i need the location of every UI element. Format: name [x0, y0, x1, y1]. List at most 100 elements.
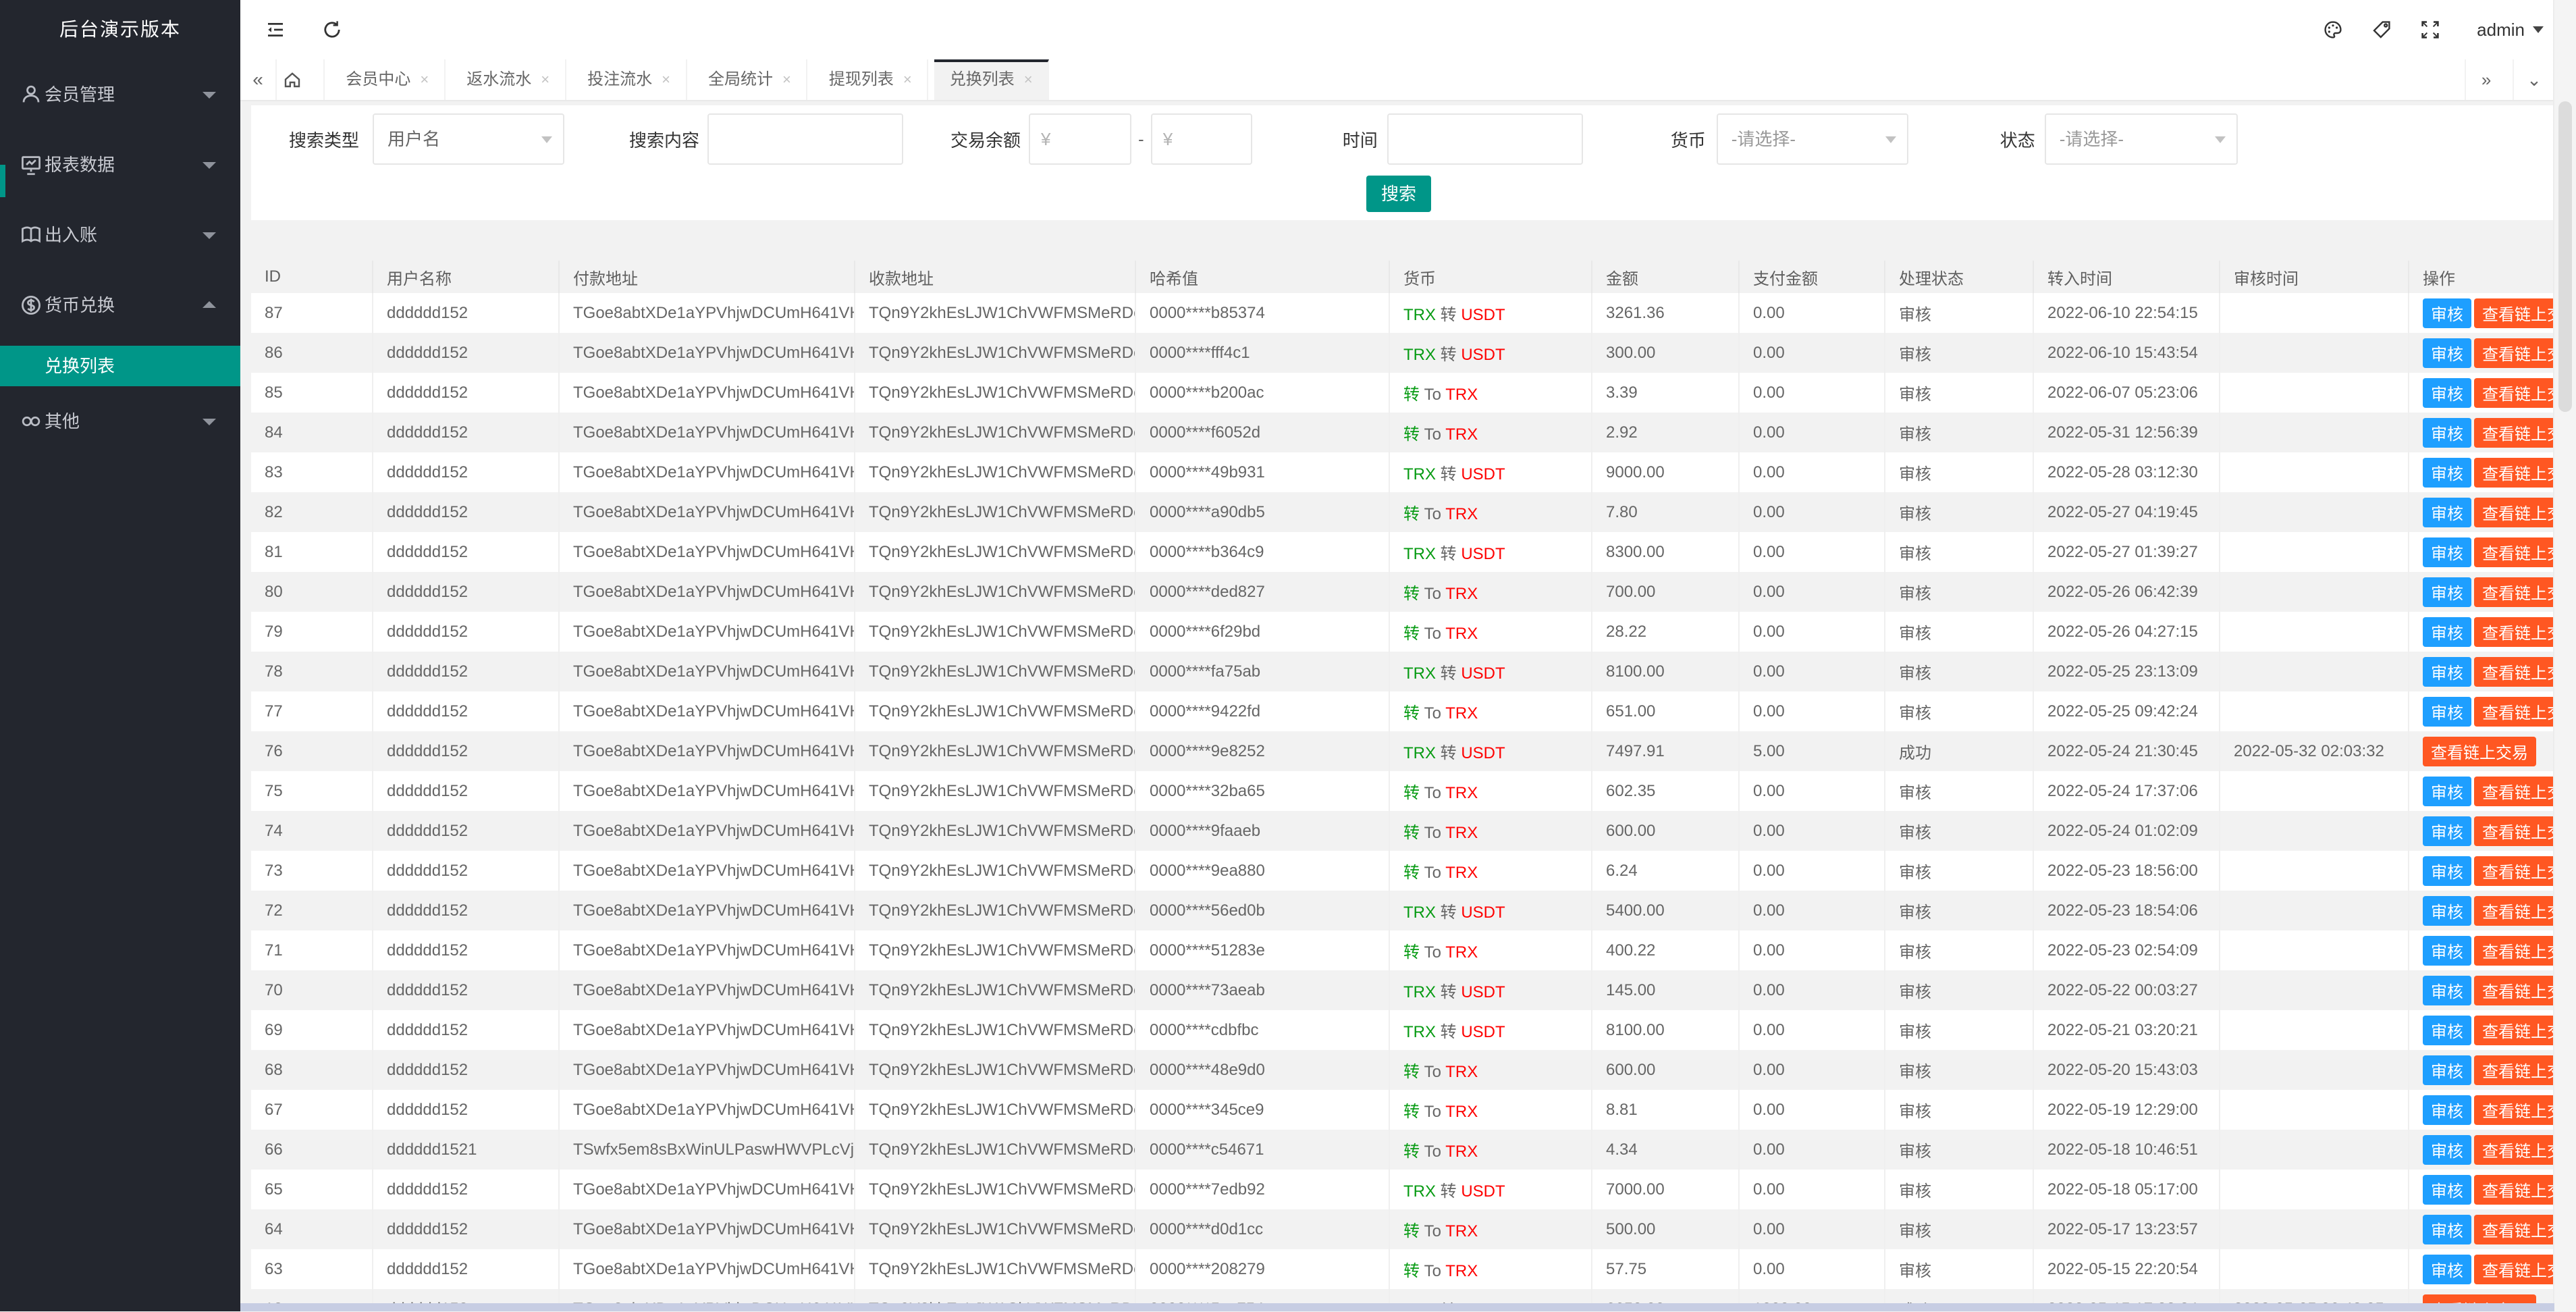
- status-select[interactable]: -请选择-: [2045, 113, 2238, 165]
- view-button[interactable]: 查看链上交易: [2474, 338, 2554, 368]
- view-button[interactable]: 查看链上交易: [2474, 777, 2554, 806]
- audit-button[interactable]: 审核: [2423, 1095, 2471, 1125]
- audit-button[interactable]: 审核: [2423, 378, 2471, 408]
- audit-button[interactable]: 审核: [2423, 1135, 2471, 1165]
- cell-hash: 0000****d0d1cc: [1135, 1209, 1389, 1249]
- audit-button[interactable]: 审核: [2423, 1255, 2471, 1284]
- view-button[interactable]: 查看链上交易: [2474, 1016, 2554, 1045]
- tab-exchange-list-active[interactable]: 兑换列表×: [934, 59, 1049, 100]
- audit-button[interactable]: 审核: [2423, 936, 2471, 966]
- tab-home[interactable]: [283, 59, 325, 100]
- refresh-icon[interactable]: [305, 0, 359, 59]
- audit-button[interactable]: 审核: [2423, 816, 2471, 846]
- time-input[interactable]: [1387, 113, 1583, 165]
- balance-max-input[interactable]: [1151, 113, 1252, 165]
- sidebar-item-member-management[interactable]: 会员管理: [0, 59, 240, 130]
- close-icon[interactable]: ×: [420, 71, 429, 88]
- audit-button[interactable]: 审核: [2423, 1016, 2471, 1045]
- close-icon[interactable]: ×: [1024, 71, 1033, 88]
- view-button[interactable]: 查看链上交易: [2474, 1095, 2554, 1125]
- tab-member-center[interactable]: 会员中心×: [331, 59, 446, 100]
- cell-id: 74: [251, 811, 373, 851]
- sidebar-item-report-data[interactable]: 报表数据: [0, 130, 240, 200]
- audit-button[interactable]: 审核: [2423, 657, 2471, 687]
- sidebar-scrollbar-thumb[interactable]: [0, 165, 5, 197]
- user-menu[interactable]: admin: [2469, 0, 2552, 59]
- horizontal-scrollbar[interactable]: [240, 1303, 2554, 1311]
- cell-pay_addr: TGoe8abtXDe1aYPVhjwDCUmH641VHkrCCX: [559, 612, 855, 652]
- search-content-input[interactable]: [707, 113, 903, 165]
- audit-button[interactable]: 审核: [2423, 856, 2471, 886]
- audit-button[interactable]: 审核: [2423, 298, 2471, 328]
- audit-button[interactable]: 审核: [2423, 498, 2471, 527]
- tab-withdraw-list[interactable]: 提现列表×: [813, 59, 928, 100]
- view-button[interactable]: 查看链上交易: [2474, 617, 2554, 647]
- audit-button[interactable]: 审核: [2423, 697, 2471, 727]
- view-button[interactable]: 查看链上交易: [2474, 498, 2554, 527]
- view-button[interactable]: 查看链上交易: [2423, 737, 2536, 766]
- close-icon[interactable]: ×: [782, 71, 791, 88]
- view-button[interactable]: 查看链上交易: [2474, 936, 2554, 966]
- view-button[interactable]: 查看链上交易: [2474, 816, 2554, 846]
- audit-button[interactable]: 审核: [2423, 458, 2471, 488]
- view-button[interactable]: 查看链上交易: [2474, 1135, 2554, 1165]
- view-button[interactable]: 查看链上交易: [2474, 537, 2554, 567]
- balance-min-input[interactable]: [1029, 113, 1131, 165]
- palette-icon[interactable]: [2306, 0, 2360, 59]
- view-button[interactable]: 查看链上交易: [2474, 896, 2554, 926]
- collapse-menu-icon[interactable]: [248, 0, 302, 59]
- vertical-scrollbar[interactable]: [2553, 0, 2576, 1311]
- tabs-scroll-left-button[interactable]: «: [240, 59, 277, 100]
- view-button[interactable]: 查看链上交易: [2474, 298, 2554, 328]
- close-icon[interactable]: ×: [541, 71, 549, 88]
- view-button[interactable]: 查看链上交易: [2474, 378, 2554, 408]
- cell-currency: 转 To TRX: [1389, 413, 1592, 452]
- fullscreen-icon[interactable]: [2403, 0, 2457, 59]
- search-button[interactable]: 搜索: [1366, 176, 1431, 212]
- tab-bet-flow[interactable]: 投注流水×: [572, 59, 687, 100]
- table-row: 78dddddd152TGoe8abtXDe1aYPVhjwDCUmH641VH…: [251, 652, 2554, 691]
- audit-button[interactable]: 审核: [2423, 577, 2471, 607]
- audit-button[interactable]: 审核: [2423, 777, 2471, 806]
- tag-icon[interactable]: [2355, 0, 2409, 59]
- audit-button[interactable]: 审核: [2423, 976, 2471, 1005]
- horizontal-scrollbar-thumb[interactable]: [240, 1303, 2554, 1311]
- vertical-scrollbar-thumb[interactable]: [2558, 101, 2572, 412]
- view-button[interactable]: 查看链上交易: [2474, 1175, 2554, 1205]
- view-button[interactable]: 查看链上交易: [2474, 458, 2554, 488]
- audit-button[interactable]: 审核: [2423, 418, 2471, 448]
- sidebar-item-exchange-list-active[interactable]: 兑换列表: [0, 346, 240, 386]
- view-button[interactable]: 查看链上交易: [2474, 1215, 2554, 1244]
- currency-select[interactable]: -请选择-: [1717, 113, 1908, 165]
- view-button[interactable]: 查看链上交易: [2474, 976, 2554, 1005]
- search-type-select[interactable]: 用户名: [373, 113, 564, 165]
- tabs-scroll-right-button[interactable]: »: [2465, 59, 2506, 100]
- cell-audit_time: [2220, 1209, 2409, 1249]
- audit-button[interactable]: 审核: [2423, 537, 2471, 567]
- cell-pay_amount: 0.00: [1739, 1010, 1885, 1050]
- sidebar-item-other[interactable]: 其他: [0, 386, 240, 456]
- view-button[interactable]: 查看链上交易: [2474, 418, 2554, 448]
- tabs-more-button[interactable]: ⌄: [2513, 59, 2554, 100]
- tab-global-stats[interactable]: 全局统计×: [693, 59, 807, 100]
- close-icon[interactable]: ×: [662, 71, 670, 88]
- audit-button[interactable]: 审核: [2423, 617, 2471, 647]
- audit-button[interactable]: 审核: [2423, 1175, 2471, 1205]
- audit-button[interactable]: 审核: [2423, 338, 2471, 368]
- sidebar-item-currency-exchange[interactable]: 货币兑换: [0, 270, 240, 340]
- close-icon[interactable]: ×: [903, 71, 912, 88]
- table-row: 83dddddd152TGoe8abtXDe1aYPVhjwDCUmH641VH…: [251, 452, 2554, 492]
- view-button[interactable]: 查看链上交易: [2474, 657, 2554, 687]
- audit-button[interactable]: 审核: [2423, 1215, 2471, 1244]
- tab-rebate-flow[interactable]: 返水流水×: [452, 59, 566, 100]
- sidebar-item-ledger[interactable]: 出入账: [0, 200, 240, 270]
- audit-button[interactable]: 审核: [2423, 896, 2471, 926]
- view-button[interactable]: 查看链上交易: [2474, 1055, 2554, 1085]
- audit-button[interactable]: 审核: [2423, 1055, 2471, 1085]
- cell-id: 71: [251, 930, 373, 970]
- cell-currency: 转 To TRX: [1389, 572, 1592, 612]
- view-button[interactable]: 查看链上交易: [2474, 697, 2554, 727]
- view-button[interactable]: 查看链上交易: [2474, 856, 2554, 886]
- view-button[interactable]: 查看链上交易: [2474, 577, 2554, 607]
- view-button[interactable]: 查看链上交易: [2474, 1255, 2554, 1284]
